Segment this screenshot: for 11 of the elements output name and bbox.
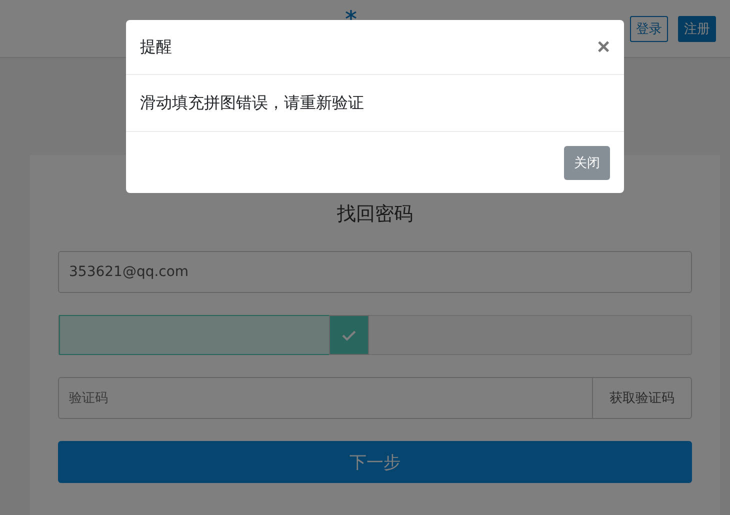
- dialog-message: 滑动填充拼图错误，请重新验证: [140, 92, 364, 114]
- form-title: 找回密码: [336, 202, 414, 227]
- dialog-title: 提醒: [140, 36, 172, 58]
- dialog-close-button[interactable]: 关闭: [564, 146, 610, 180]
- email-field[interactable]: 353621@qq.com: [58, 251, 692, 293]
- code-field[interactable]: 验证码: [58, 377, 592, 419]
- register-button[interactable]: 注册: [678, 16, 716, 42]
- next-button[interactable]: 下一步: [58, 441, 692, 483]
- login-button[interactable]: 登录: [630, 16, 668, 42]
- get-code-button[interactable]: 获取验证码: [592, 377, 692, 419]
- close-button[interactable]: ×: [597, 34, 610, 60]
